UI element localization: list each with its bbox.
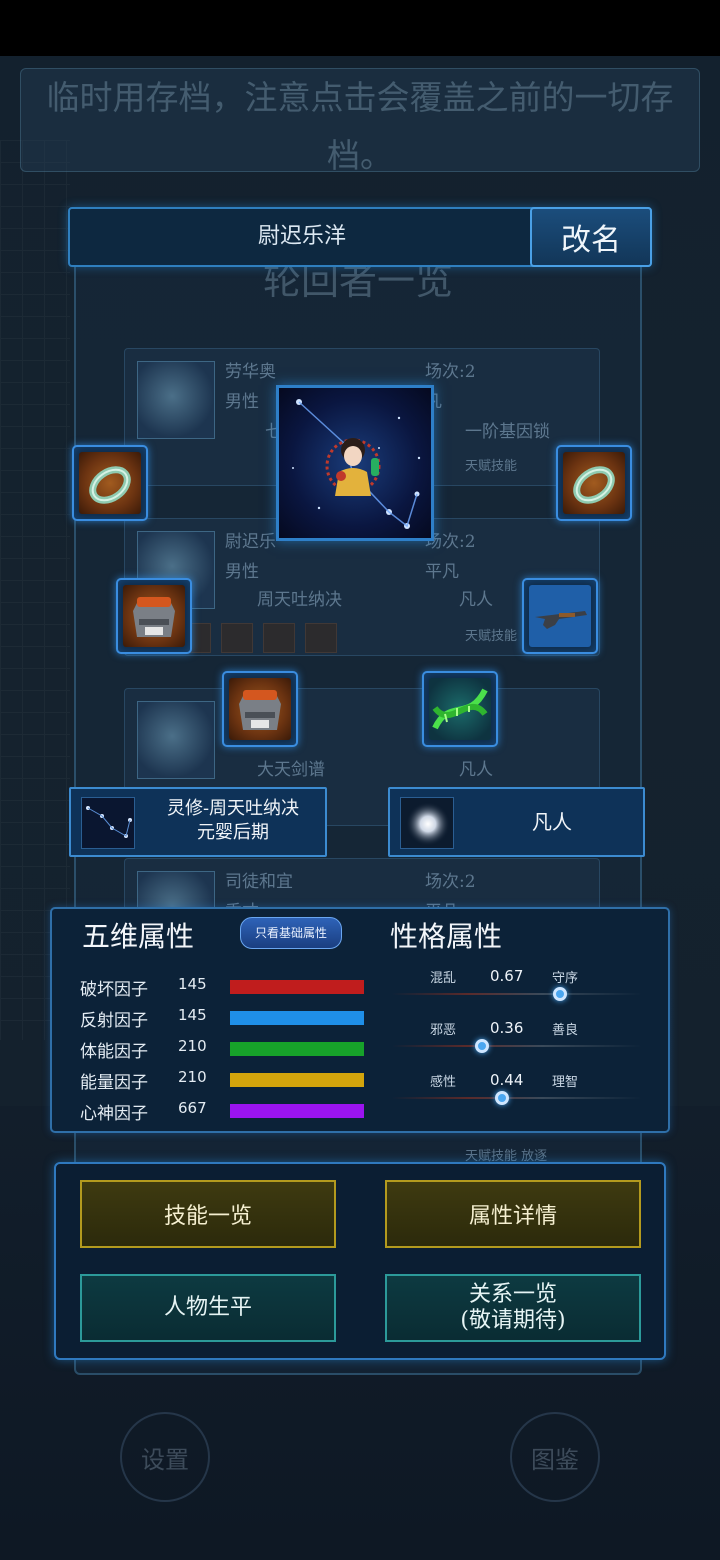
- constellation-icon: [81, 797, 135, 849]
- record-skill: 大天剑谱: [257, 760, 325, 780]
- personality-right-label: 善良: [552, 1023, 579, 1038]
- stat-value: 145: [178, 975, 207, 993]
- record-skill: 周天吐纳决: [257, 590, 342, 610]
- attribute-panel: 五维属性 只看基础属性 性格属性 破坏因子 145 反射因子 145 体能因子 210 能量…: [50, 907, 670, 1133]
- personality-slider-track: [392, 1045, 642, 1047]
- stat-bar: [230, 1042, 364, 1056]
- attribute-detail-button[interactable]: 属性详情: [385, 1180, 641, 1248]
- record-gene: 一阶基因锁: [465, 422, 550, 442]
- personality-left-label: 邪恶: [430, 1023, 457, 1038]
- gene-lock-label: 凡人: [532, 810, 572, 834]
- personality-left-label: 感性: [430, 1075, 457, 1090]
- personality-slider-knob[interactable]: [475, 1039, 489, 1053]
- dna-icon: [429, 678, 491, 740]
- jade-ring-icon: [79, 452, 141, 514]
- record-talent: 天赋技能: [465, 629, 518, 644]
- equipment-slot-center-gene[interactable]: [422, 671, 498, 747]
- technique-level: 元婴后期: [197, 822, 269, 843]
- character-portrait[interactable]: [276, 385, 434, 541]
- personality-right-label: 理智: [552, 1075, 579, 1090]
- stat-bar: [230, 1073, 364, 1087]
- equipment-slot-right-ring[interactable]: [556, 445, 632, 521]
- stat-row: 体能因子 210: [80, 1037, 370, 1062]
- stat-value: 667: [178, 1099, 207, 1117]
- armor-icon: [229, 678, 291, 740]
- background-grid: [0, 140, 70, 1040]
- stat-value: 145: [178, 1006, 207, 1024]
- personality-row: 混乱 0.67 守序: [382, 967, 652, 1007]
- record-portrait: [137, 361, 215, 439]
- stat-label: 心神因子: [80, 1104, 148, 1124]
- relations-button[interactable]: 关系一览 (敬请期待): [385, 1274, 641, 1342]
- skills-list-button[interactable]: 技能一览: [80, 1180, 336, 1248]
- equipment-slot-right-weapon[interactable]: [522, 578, 598, 654]
- starburst-icon: [400, 797, 454, 849]
- personality-slider-knob[interactable]: [552, 987, 567, 1001]
- technique-text: 灵修-周天吐纳决 元婴后期: [143, 797, 323, 845]
- codex-button[interactable]: 图鉴: [510, 1412, 600, 1502]
- stat-row: 反射因子 145: [80, 1006, 370, 1031]
- personality-value: 0.44: [490, 1071, 524, 1089]
- status-bar-area: [0, 0, 720, 56]
- save-hint-text: 临时用存档，注意点击会覆盖之前的一切存档。: [20, 68, 700, 175]
- stat-label: 能量因子: [80, 1073, 148, 1093]
- stat-row: 能量因子 210: [80, 1068, 370, 1093]
- shotgun-icon: [529, 585, 591, 647]
- stat-label: 反射因子: [80, 1011, 148, 1031]
- record-gene: 凡人: [459, 590, 493, 610]
- technique-panel[interactable]: 灵修-周天吐纳决 元婴后期: [69, 787, 327, 857]
- equipment-slot-center-armor[interactable]: [222, 671, 298, 747]
- five-dimension-title: 五维属性: [82, 920, 195, 953]
- personality-value: 0.36: [490, 1019, 524, 1037]
- constellation-background-icon: [292, 399, 421, 529]
- stat-label: 破坏因子: [80, 980, 148, 1000]
- action-button-panel: 技能一览 属性详情 人物生平 关系一览 (敬请期待): [54, 1162, 666, 1360]
- record-name: 劳华奥: [225, 362, 276, 382]
- stat-bar: [230, 1011, 364, 1025]
- record-round: 场次:2: [425, 362, 476, 382]
- equipment-slot-left-ring[interactable]: [72, 445, 148, 521]
- jade-ring-icon: [563, 452, 625, 514]
- record-rank: 平凡: [425, 562, 459, 582]
- biography-button[interactable]: 人物生平: [80, 1274, 336, 1342]
- armor-icon: [123, 585, 185, 647]
- stat-label: 体能因子: [80, 1042, 148, 1062]
- record-gender: 男性: [225, 392, 259, 412]
- settings-button[interactable]: 设置: [120, 1412, 210, 1502]
- personality-right-label: 守序: [552, 971, 579, 986]
- record-round: 场次:2: [425, 872, 476, 892]
- relations-coming-soon: (敬请期待): [460, 1308, 566, 1333]
- stat-bar: [230, 980, 364, 994]
- record-gender: 男性: [225, 562, 259, 582]
- stat-value: 210: [178, 1037, 207, 1055]
- rename-button[interactable]: 改名: [530, 207, 652, 267]
- technique-name: 灵修-周天吐纳决: [166, 798, 300, 819]
- personality-value: 0.67: [490, 967, 524, 985]
- record-name: 尉迟乐: [225, 532, 276, 552]
- stat-value: 210: [178, 1068, 207, 1086]
- record-portrait: [137, 701, 215, 779]
- stat-row: 破坏因子 145: [80, 975, 370, 1000]
- personality-slider-knob[interactable]: [495, 1091, 509, 1105]
- basic-only-toggle-button[interactable]: 只看基础属性: [240, 917, 342, 949]
- record-gene: 凡人: [459, 760, 493, 780]
- personality-slider-track: [392, 993, 642, 995]
- personality-slider-track: [392, 1097, 642, 1099]
- equipment-slot-left-armor[interactable]: [116, 578, 192, 654]
- record-name: 司徒和宜: [225, 872, 293, 892]
- character-name: 尉迟乐洋: [257, 224, 346, 249]
- personality-row: 邪恶 0.36 善良: [382, 1019, 652, 1059]
- personality-title: 性格属性: [390, 920, 503, 953]
- stat-bar: [230, 1104, 364, 1118]
- character-name-bar: 尉迟乐洋 改名: [68, 207, 652, 267]
- record-talent: 天赋技能: [465, 459, 518, 474]
- gene-lock-panel[interactable]: 凡人: [388, 787, 645, 857]
- personality-left-label: 混乱: [430, 971, 457, 986]
- personality-row: 感性 0.44 理智: [382, 1071, 652, 1111]
- relations-label: 关系一览: [468, 1282, 557, 1307]
- stat-row: 心神因子 667: [80, 1099, 370, 1124]
